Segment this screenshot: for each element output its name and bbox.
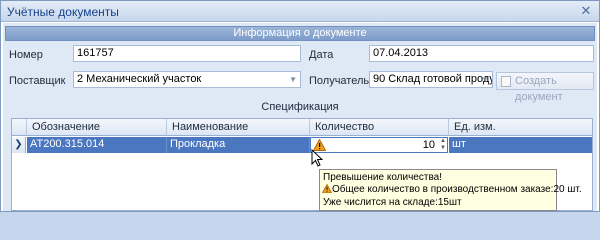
chevron-down-icon[interactable]: ▼ (289, 72, 297, 87)
close-icon[interactable]: ✕ (578, 3, 594, 18)
supplier-combo[interactable]: 2 Механический участок ▼ (73, 71, 301, 88)
document-info-header: Информация о документе (5, 26, 595, 41)
cell-designation[interactable]: АТ200.315.014 (27, 137, 167, 153)
column-header-name[interactable]: Наименование (167, 119, 310, 136)
receiver-value: 90 Склад готовой продук... (373, 73, 492, 85)
grid-corner (12, 119, 27, 136)
tooltip-line-1: Превышение количества! (323, 172, 442, 183)
cell-name[interactable]: Прокладка (167, 137, 310, 153)
number-field[interactable]: 161757 (73, 45, 301, 62)
window-title: Учётные документы (7, 5, 119, 19)
column-header-quantity[interactable]: Количество (310, 119, 449, 136)
column-header-unit[interactable]: Ед. изм. (449, 119, 592, 136)
document-icon (501, 76, 511, 87)
date-field[interactable]: 07.04.2013 (369, 45, 594, 62)
warning-icon (322, 184, 332, 193)
quantity-value: 10 (422, 139, 435, 151)
column-header-designation[interactable]: Обозначение (27, 119, 167, 136)
validation-tooltip: Превышение количества! Общее количество … (319, 169, 582, 211)
quantity-stepper[interactable]: 10 ▲ ▼ (310, 137, 448, 153)
receiver-label: Получатель (309, 75, 370, 87)
tooltip-line-2: Общее количество в производственном зака… (332, 184, 582, 195)
mouse-cursor-icon (311, 149, 323, 167)
receiver-combo[interactable]: 90 Склад готовой продук... ▼ (369, 71, 493, 88)
specification-title: Спецификация (261, 101, 339, 113)
supplier-label: Поставщик (9, 75, 66, 87)
spin-buttons-icon[interactable]: ▲ ▼ (440, 138, 446, 152)
create-document-button[interactable]: Создать документ (496, 72, 594, 103)
document-window: Учётные документы ✕ Информация о докумен… (0, 0, 600, 212)
tooltip-line-3: Уже числится на складе:15шт (323, 197, 462, 208)
number-label: Номер (9, 49, 43, 61)
title-bar: Учётные документы ✕ (1, 1, 599, 22)
cell-unit[interactable]: шт (449, 137, 592, 153)
supplier-value: 2 Механический участок (77, 73, 202, 85)
chevron-down-icon[interactable]: ▼ (481, 72, 489, 87)
table-row[interactable]: АТ200.315.014 Прокладка шт (12, 137, 592, 153)
date-label: Дата (309, 49, 334, 61)
